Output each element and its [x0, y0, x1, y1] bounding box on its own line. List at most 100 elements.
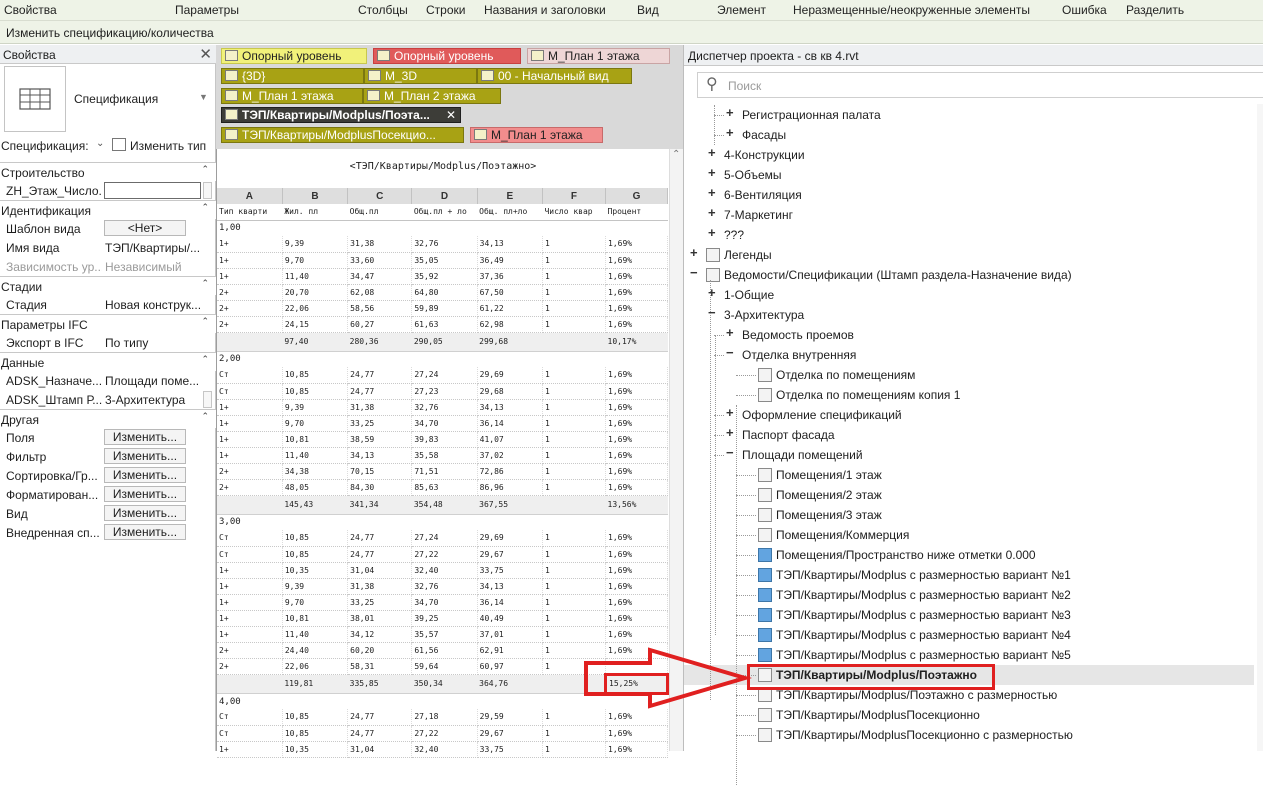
- expand-icon[interactable]: +: [726, 405, 734, 420]
- table-cell[interactable]: 1,69%: [605, 383, 668, 400]
- table-cell[interactable]: 37,01: [477, 626, 543, 643]
- view-tab[interactable]: М_План 1 этажа: [221, 88, 363, 104]
- property-value[interactable]: Площади поме...: [105, 374, 213, 388]
- table-cell[interactable]: 24,77: [347, 725, 413, 742]
- table-cell[interactable]: 1: [542, 463, 607, 480]
- table-cell[interactable]: 62,08: [347, 284, 413, 301]
- browser-search-input[interactable]: ⚲ Поиск: [697, 72, 1263, 98]
- table-cell[interactable]: 1+: [217, 562, 283, 579]
- table-cell[interactable]: 33,75: [477, 562, 543, 579]
- table-cell[interactable]: 27,18: [411, 709, 478, 726]
- table-cell[interactable]: 40,49: [477, 610, 543, 627]
- table-cell[interactable]: 29,67: [477, 546, 543, 563]
- table-cell[interactable]: 60,97: [477, 658, 543, 675]
- table-cell[interactable]: 1: [542, 626, 607, 643]
- table-cell[interactable]: 22,06: [282, 658, 349, 675]
- table-cell[interactable]: 1,69%: [605, 236, 668, 253]
- table-cell[interactable]: [605, 658, 668, 675]
- table-cell[interactable]: 33,60: [347, 252, 413, 269]
- table-cell[interactable]: 24,15: [282, 316, 349, 333]
- column-header[interactable]: Число квар: [542, 204, 606, 221]
- table-cell[interactable]: 1,69%: [605, 399, 668, 416]
- property-value[interactable]: ТЭП/Квартиры/...: [105, 241, 213, 255]
- table-cell[interactable]: 119,81: [282, 674, 348, 694]
- table-cell[interactable]: 61,63: [411, 316, 478, 333]
- tree-item[interactable]: ТЭП/Квартиры/Modplus с размерностью вари…: [684, 605, 1254, 625]
- table-cell[interactable]: 1: [542, 268, 607, 285]
- tree-item[interactable]: ТЭП/Квартиры/Modplus с размерностью вари…: [684, 565, 1254, 585]
- column-header[interactable]: Жил. пл: [282, 204, 348, 221]
- table-cell[interactable]: Ст: [217, 546, 283, 563]
- close-icon[interactable]: ✕: [446, 108, 456, 122]
- table-cell[interactable]: 9,39: [282, 399, 349, 416]
- table-cell[interactable]: 10,85: [282, 367, 349, 384]
- table-cell[interactable]: 10,85: [282, 725, 349, 742]
- instance-selector-label[interactable]: Спецификация:: [1, 139, 89, 153]
- table-cell[interactable]: 11,40: [282, 447, 349, 464]
- table-cell[interactable]: 1,69%: [605, 642, 668, 659]
- collapse-icon[interactable]: ⌃: [201, 164, 209, 175]
- table-cell[interactable]: 59,89: [411, 300, 478, 317]
- expand-icon[interactable]: +: [708, 225, 716, 240]
- tree-item[interactable]: +1-Общие: [684, 285, 1254, 305]
- expand-icon[interactable]: +: [726, 105, 734, 120]
- group-level-label[interactable]: 1,00: [217, 220, 668, 236]
- table-cell[interactable]: 350,34: [411, 674, 478, 694]
- tree-item[interactable]: + Оформление спецификаций: [684, 405, 1254, 425]
- table-cell[interactable]: 60,27: [347, 316, 413, 333]
- table-cell[interactable]: 32,76: [411, 578, 478, 595]
- property-group-header[interactable]: Данные ⌃: [0, 352, 216, 371]
- table-cell[interactable]: 33,25: [347, 594, 413, 611]
- view-tab[interactable]: Опорный уровень: [373, 48, 521, 64]
- column-letter[interactable]: D: [411, 188, 478, 204]
- table-cell[interactable]: 10,85: [282, 530, 349, 547]
- table-cell[interactable]: 1: [542, 530, 607, 547]
- table-cell[interactable]: 32,40: [411, 562, 478, 579]
- table-cell[interactable]: 58,31: [347, 658, 413, 675]
- expand-icon[interactable]: +: [708, 145, 716, 160]
- column-letter[interactable]: B: [282, 188, 349, 204]
- menu-item[interactable]: Вид: [637, 3, 659, 17]
- view-tab[interactable]: М_План 1 этажа: [527, 48, 670, 64]
- table-cell[interactable]: 29,69: [477, 530, 543, 547]
- tree-item[interactable]: ТЭП/Квартиры/Modplus с размерностью вари…: [684, 625, 1254, 645]
- property-value-toggle[interactable]: [203, 391, 212, 408]
- table-cell[interactable]: [217, 674, 283, 694]
- table-cell[interactable]: 335,85: [347, 674, 412, 694]
- property-value[interactable]: 3-Архитектура: [105, 393, 213, 407]
- table-cell[interactable]: 24,77: [347, 546, 413, 563]
- table-cell[interactable]: 341,34: [347, 495, 412, 515]
- tree-item[interactable]: − Ведомости/Спецификации (Штамп раздела-Н…: [684, 265, 1254, 285]
- view-tab[interactable]: ТЭП/Квартиры/Modplus/Поэта... ✕: [221, 107, 461, 123]
- property-value-toggle[interactable]: [203, 182, 212, 199]
- table-cell[interactable]: 1: [542, 709, 607, 726]
- table-cell[interactable]: 10,85: [282, 546, 349, 563]
- table-cell[interactable]: 13,56%: [605, 495, 668, 515]
- table-cell[interactable]: 10,35: [282, 562, 349, 579]
- column-letter[interactable]: A: [217, 188, 283, 204]
- property-group-header[interactable]: Другая ⌃: [0, 409, 216, 428]
- table-cell[interactable]: 1,69%: [605, 415, 668, 432]
- tree-item[interactable]: −3-Архитектура: [684, 305, 1254, 325]
- tree-item[interactable]: Помещения/Пространство ниже отметки 0.00…: [684, 545, 1254, 565]
- table-cell[interactable]: 29,67: [477, 725, 543, 742]
- table-cell[interactable]: 85,63: [411, 479, 478, 496]
- table-cell[interactable]: 11,40: [282, 626, 349, 643]
- table-cell[interactable]: 60,20: [347, 642, 413, 659]
- table-cell[interactable]: 36,14: [477, 415, 543, 432]
- group-level-label[interactable]: 4,00: [217, 693, 668, 709]
- property-value[interactable]: По типу: [105, 336, 213, 350]
- table-cell[interactable]: 20,70: [282, 284, 349, 301]
- table-cell[interactable]: 1+: [217, 626, 283, 643]
- close-icon[interactable]: ✕: [199, 45, 212, 63]
- tree-item[interactable]: ТЭП/Квартиры/Modplus с размерностью вари…: [684, 645, 1254, 665]
- table-cell[interactable]: 1: [542, 610, 607, 627]
- table-cell[interactable]: 1,69%: [605, 562, 668, 579]
- edit-type-button[interactable]: Изменить тип: [130, 139, 206, 153]
- table-cell[interactable]: 37,36: [477, 268, 543, 285]
- table-cell[interactable]: 2+: [217, 658, 283, 675]
- table-cell[interactable]: 27,24: [411, 367, 478, 384]
- expand-icon[interactable]: +: [708, 205, 716, 220]
- table-cell[interactable]: 24,40: [282, 642, 349, 659]
- table-cell[interactable]: 1+: [217, 399, 283, 416]
